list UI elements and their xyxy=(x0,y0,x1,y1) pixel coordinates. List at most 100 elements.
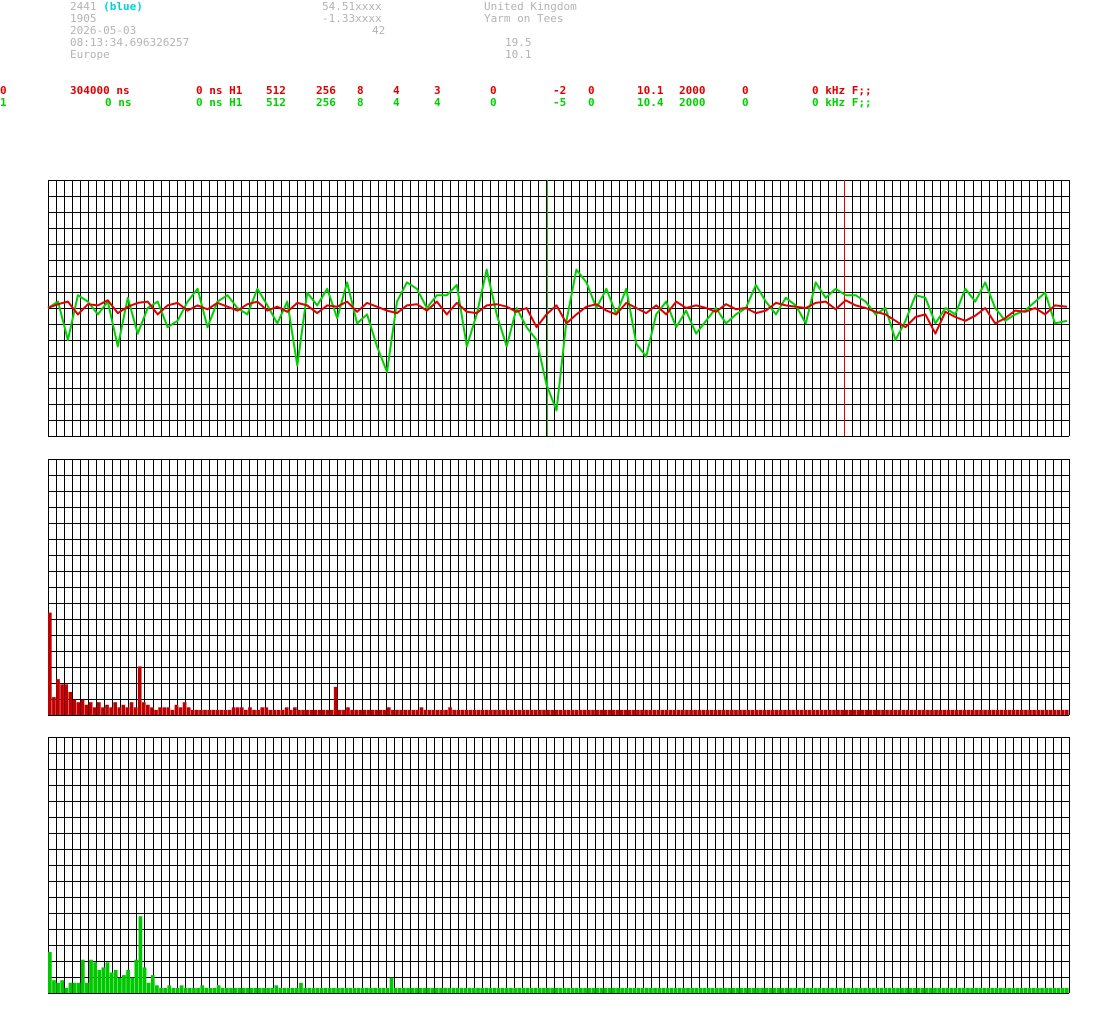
channel-param-10: 0 xyxy=(588,96,595,109)
spectrum-bar xyxy=(801,987,806,993)
spectrum-bar xyxy=(611,709,616,715)
spectrum-bar xyxy=(48,612,52,715)
spectrum-bar xyxy=(295,987,299,993)
spectrum-bar xyxy=(852,709,857,715)
spectrum-bar xyxy=(239,707,244,715)
spectrum-bar xyxy=(901,709,906,715)
spectrum-bar xyxy=(276,709,281,715)
spectrum-bar xyxy=(990,987,995,993)
spectrum-bar xyxy=(819,709,824,715)
spectrum-bar xyxy=(529,709,534,715)
spectrum-bar xyxy=(204,987,209,993)
spectrum-bar xyxy=(126,969,130,993)
spectrum-bar xyxy=(713,709,718,715)
spectrum-bar xyxy=(92,707,97,715)
spectrum-bar xyxy=(448,707,452,715)
spectrum-bar xyxy=(550,709,555,715)
spectrum-bar xyxy=(774,709,779,715)
spectrum-bar xyxy=(85,982,89,993)
spectrum-bar xyxy=(826,987,830,993)
spectrum-bar xyxy=(953,987,958,993)
channel-param-4: 256 xyxy=(316,96,336,109)
spectrum-bar xyxy=(399,709,403,715)
spectrum-bar xyxy=(828,709,832,715)
spectrum-bar xyxy=(178,707,183,715)
spectrum-bar xyxy=(266,987,270,993)
spectrum-bar xyxy=(1027,987,1032,993)
spectrum-bar xyxy=(803,709,808,715)
spectrum-bar xyxy=(146,982,151,993)
spectrum-bar xyxy=(113,969,118,993)
channel-param-3: 512 xyxy=(266,96,286,109)
spectrum-bar xyxy=(789,987,793,993)
spectrum-bar xyxy=(422,987,427,993)
spectrum-bar xyxy=(1060,987,1065,993)
spectrum-bar xyxy=(48,952,52,993)
spectrum-bar xyxy=(307,987,312,993)
spectrum-bar xyxy=(293,707,297,715)
spectrum-bar xyxy=(624,987,629,993)
channel-param-11: 10.4 xyxy=(637,96,664,109)
spectrum-bar xyxy=(954,709,959,715)
spectrum-bar xyxy=(583,709,587,715)
spectrum-bar xyxy=(348,987,353,993)
spectrum-bar xyxy=(286,987,291,993)
spectrum-bar xyxy=(889,709,893,715)
spectrum-bar xyxy=(423,709,428,715)
spectrum-bar xyxy=(476,987,480,993)
spectrum-bar xyxy=(395,709,399,715)
spectrum-bar xyxy=(685,709,689,715)
spectrum-bar xyxy=(282,987,287,993)
spectrum-bar xyxy=(628,987,633,993)
channel-param-12: 2000 xyxy=(679,96,706,109)
spectrum-bar xyxy=(391,709,395,715)
spectrum-bar xyxy=(772,987,777,993)
spectrum-bar xyxy=(743,987,748,993)
spectrum-bar xyxy=(766,709,771,715)
channel-param-8: 0 xyxy=(490,96,497,109)
spectrum-bar xyxy=(1056,987,1061,993)
spectrum-bar xyxy=(146,704,150,715)
spectrum-bar xyxy=(179,985,184,993)
spectrum-bar xyxy=(677,987,682,993)
spectrum-bar xyxy=(365,987,369,993)
spectrum-bar xyxy=(924,987,929,993)
spectrum-bar xyxy=(64,684,69,715)
spectrum-bar xyxy=(208,987,213,993)
spectrum-bar xyxy=(187,987,192,993)
spectrum-bar xyxy=(550,987,554,993)
spectrum-bar xyxy=(701,709,706,715)
spectrum-bar xyxy=(280,709,285,715)
spectrum-bar xyxy=(958,709,963,715)
spectrum-bar xyxy=(859,987,863,993)
spectrum-bar xyxy=(430,987,435,993)
spectrum-bar xyxy=(705,709,710,715)
spectrum-bar xyxy=(975,709,979,715)
station-value-b: 10.1 xyxy=(505,48,532,61)
spectrum-bar xyxy=(378,709,383,715)
spectrum-bar xyxy=(76,982,81,993)
spectrum-bar xyxy=(905,709,910,715)
spectrum-bar xyxy=(109,972,114,993)
spectrum-bar xyxy=(52,697,56,715)
spectrum-bar xyxy=(501,709,505,715)
spectrum-bar xyxy=(431,709,436,715)
spectrum-bar xyxy=(885,709,889,715)
spectrum-bar xyxy=(979,709,983,715)
spectrum-bar xyxy=(170,709,175,715)
spectrum-bar xyxy=(615,709,620,715)
channel-delay: 0 ns xyxy=(105,96,132,109)
spectrum-bar xyxy=(183,987,188,993)
spectrum-bar xyxy=(879,987,884,993)
spectrum-bar xyxy=(591,709,595,715)
spectrum-bar xyxy=(883,987,888,993)
spectrum-bar xyxy=(640,987,645,993)
spectrum-bar xyxy=(305,709,309,715)
spectrum-bar xyxy=(500,987,505,993)
spectrum-bar xyxy=(521,709,526,715)
spectrum-bar xyxy=(278,987,283,993)
spectrum-bar xyxy=(690,987,694,993)
spectrum-bar xyxy=(366,709,371,715)
spectrum-bar xyxy=(256,709,260,715)
spectrum-bar xyxy=(122,975,126,993)
